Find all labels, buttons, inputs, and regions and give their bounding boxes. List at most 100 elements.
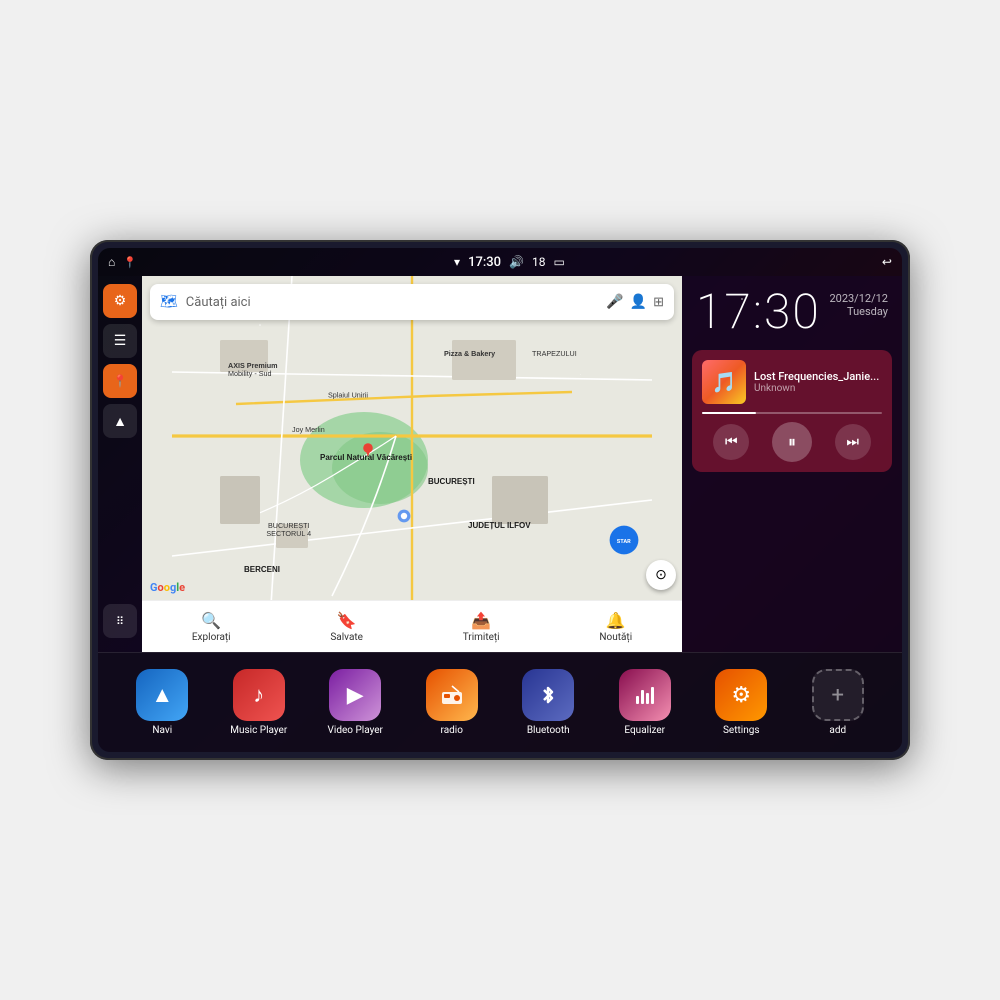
signal-number: 18	[532, 255, 546, 269]
status-center: ▾ 17:30 🔊 18 ▭	[454, 255, 565, 270]
music-player-label: Music Player	[230, 725, 287, 736]
app-add[interactable]: + add	[798, 669, 878, 736]
microphone-icon[interactable]: 🎤	[606, 294, 623, 310]
status-right: ↩	[882, 255, 892, 269]
music-player-icon: ♪	[233, 669, 285, 721]
battery-icon: ▭	[554, 255, 565, 269]
layers-icon[interactable]: ⊞	[653, 295, 664, 310]
right-panel: 17:30 2023/12/12 Tuesday 🎵 Lost Frequenc…	[682, 276, 902, 652]
app-navi[interactable]: ▲ Navi	[122, 669, 202, 736]
explore-label: Explorați	[192, 632, 231, 643]
prev-icon: ⏮	[725, 434, 738, 450]
map-search-placeholder[interactable]: Căutați aici	[186, 295, 598, 310]
location-icon: ⊙	[655, 567, 667, 583]
device-screen: ⌂ 📍 ▾ 17:30 🔊 18 ▭ ↩ ⚙ ☰	[98, 248, 902, 752]
maps-icon[interactable]: 📍	[123, 256, 137, 269]
clock-time: 17:30	[696, 288, 821, 336]
status-left-icons: ⌂ 📍	[108, 255, 137, 269]
map-svg: Splaiul Unirii	[142, 276, 682, 652]
music-player-widget: 🎵 Lost Frequencies_Janie... Unknown ⏮	[692, 350, 892, 472]
radio-label: radio	[441, 725, 463, 736]
news-icon: 🔔	[606, 611, 626, 630]
settings-icon: ⚙	[114, 293, 127, 309]
app-settings[interactable]: ⚙ Settings	[701, 669, 781, 736]
app-equalizer[interactable]: Equalizer	[605, 669, 685, 736]
clock-day-text: Tuesday	[829, 305, 888, 318]
equalizer-icon	[619, 669, 671, 721]
svg-text:Pizza & Bakery: Pizza & Bakery	[444, 349, 495, 358]
settings-label: Settings	[723, 725, 760, 736]
my-location-button[interactable]: ⊙	[646, 560, 676, 590]
sidebar-files-button[interactable]: ☰	[103, 324, 137, 358]
map-search-bar[interactable]: 🗺 Căutați aici 🎤 👤 ⊞	[150, 284, 674, 320]
home-icon[interactable]: ⌂	[108, 255, 115, 269]
video-player-label: Video Player	[328, 725, 383, 736]
sidebar-apps-button[interactable]: ⠿	[103, 604, 137, 638]
explore-icon: 🔍	[201, 611, 221, 630]
svg-text:Parcul Natural Văcărești: Parcul Natural Văcărești	[320, 453, 412, 462]
next-icon: ⏭	[846, 434, 859, 450]
bottom-app-bar: ▲ Navi ♪ Music Player ▶ Video Player	[98, 652, 902, 752]
settings-app-icon: ⚙	[715, 669, 767, 721]
bluetooth-label: Bluetooth	[527, 725, 570, 736]
music-info-row: 🎵 Lost Frequencies_Janie... Unknown	[702, 360, 882, 404]
map-nav-news[interactable]: 🔔 Noutăți	[599, 611, 632, 643]
map-bottom-nav: 🔍 Explorați 🔖 Salvate 📤 Trimiteți �	[142, 600, 682, 652]
svg-text:STAR: STAR	[617, 539, 631, 545]
left-sidebar: ⚙ ☰ 📍 ▲ ⠿	[98, 276, 142, 652]
clock-date: 2023/12/12 Tuesday	[829, 288, 888, 318]
device-frame: ⌂ 📍 ▾ 17:30 🔊 18 ▭ ↩ ⚙ ☰	[90, 240, 910, 760]
video-player-icon: ▶	[329, 669, 381, 721]
radio-icon	[426, 669, 478, 721]
map-nav-saved[interactable]: 🔖 Salvate	[330, 611, 363, 643]
app-radio[interactable]: radio	[412, 669, 492, 736]
map-nav-explore[interactable]: 🔍 Explorați	[192, 611, 231, 643]
music-progress-fill	[702, 412, 756, 414]
music-title: Lost Frequencies_Janie...	[754, 370, 882, 383]
music-text: Lost Frequencies_Janie... Unknown	[754, 370, 882, 394]
add-label: add	[829, 725, 846, 736]
music-next-button[interactable]: ⏭	[835, 424, 871, 460]
svg-text:Joy Merlin: Joy Merlin	[292, 425, 325, 434]
map-pin-icon: 📍	[113, 374, 128, 388]
google-maps-icon: 🗺	[160, 294, 178, 310]
sidebar-settings-button[interactable]: ⚙	[103, 284, 137, 318]
google-logo: Google	[150, 581, 185, 594]
app-music-player[interactable]: ♪ Music Player	[219, 669, 299, 736]
svg-text:TRAPEZULUI: TRAPEZULUI	[532, 349, 577, 358]
svg-text:Splaiul Unirii: Splaiul Unirii	[328, 391, 368, 400]
share-label: Trimiteți	[463, 632, 500, 643]
status-time: 17:30	[468, 255, 501, 270]
map-container[interactable]: Splaiul Unirii	[142, 276, 682, 652]
map-nav-share[interactable]: 📤 Trimiteți	[463, 611, 500, 643]
navi-label: Navi	[152, 725, 172, 736]
music-playpause-button[interactable]: ⏸	[772, 422, 812, 462]
music-prev-button[interactable]: ⏮	[713, 424, 749, 460]
wifi-icon: ▾	[454, 255, 460, 269]
pause-icon: ⏸	[788, 432, 796, 452]
map-area: Splaiul Unirii	[142, 276, 682, 652]
share-icon: 📤	[471, 611, 491, 630]
clock-date-text: 2023/12/12	[829, 292, 888, 305]
svg-text:SECTORUL 4: SECTORUL 4	[266, 529, 311, 538]
map-search-actions: 🎤 👤 ⊞	[606, 294, 664, 310]
svg-text:JUDEȚUL ILFOV: JUDEȚUL ILFOV	[468, 521, 531, 530]
svg-text:BERCENI: BERCENI	[244, 565, 280, 574]
music-progress-bar[interactable]	[702, 412, 882, 414]
music-album-art: 🎵	[702, 360, 746, 404]
navigation-icon: ▲	[113, 413, 127, 430]
app-video-player[interactable]: ▶ Video Player	[315, 669, 395, 736]
account-icon[interactable]: 👤	[630, 294, 647, 310]
saved-icon: 🔖	[337, 611, 357, 630]
volume-icon: 🔊	[509, 255, 524, 269]
clock-area: 17:30 2023/12/12 Tuesday	[682, 276, 902, 344]
files-icon: ☰	[114, 333, 127, 349]
app-bluetooth[interactable]: Bluetooth	[508, 669, 588, 736]
sidebar-nav-button[interactable]: ▲	[103, 404, 137, 438]
saved-label: Salvate	[330, 632, 363, 643]
main-area: ⚙ ☰ 📍 ▲ ⠿	[98, 276, 902, 652]
navi-icon: ▲	[136, 669, 188, 721]
music-artist: Unknown	[754, 383, 882, 394]
back-icon[interactable]: ↩	[882, 255, 892, 269]
sidebar-maps-button[interactable]: 📍	[103, 364, 137, 398]
